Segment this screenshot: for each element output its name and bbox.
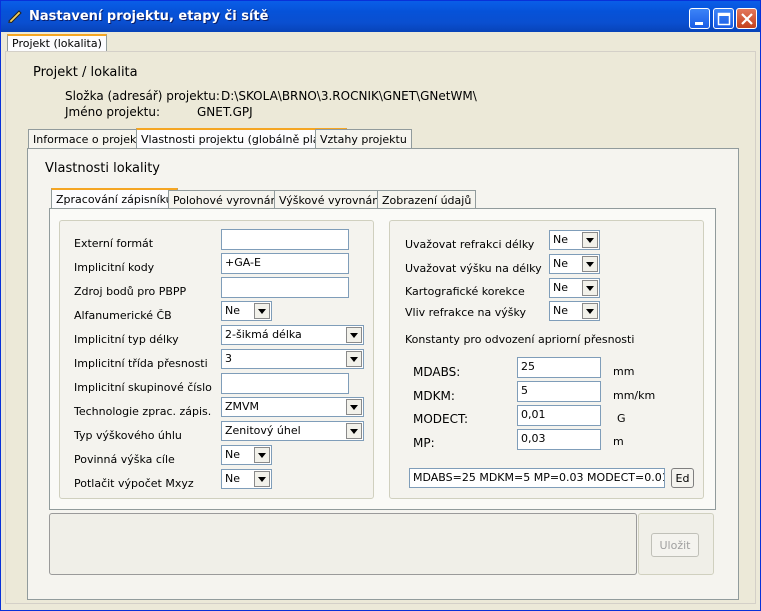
height-length-select[interactable]: Ne	[549, 254, 600, 274]
pencil-icon	[8, 10, 22, 23]
external-format-input[interactable]	[221, 229, 349, 250]
group-number-label: Implicitní skupinové číslo	[74, 381, 212, 394]
mdkm-unit: mm/km	[613, 389, 656, 402]
chevron-down-icon[interactable]	[582, 232, 598, 248]
folder-label: Složka (adresář) projektu:	[65, 89, 220, 103]
point-source-input[interactable]	[221, 277, 349, 298]
maximize-button[interactable]	[713, 8, 734, 29]
project-heading: Projekt / lokalita	[33, 65, 138, 80]
tab-notebook-processing[interactable]: Zpracování zápisníku	[51, 188, 178, 209]
cartographic-select[interactable]: Ne	[549, 278, 600, 298]
length-type-label: Implicitní typ délky	[74, 333, 179, 346]
chevron-down-icon[interactable]	[346, 327, 362, 343]
mdabs-label: MDABS:	[413, 365, 461, 379]
project-name-value: GNET.GPJ	[197, 105, 253, 119]
chevron-down-icon[interactable]	[254, 471, 270, 487]
constants-heading: Konstanty pro odvození apriorní přesnost…	[405, 333, 635, 346]
minimize-button[interactable]	[689, 8, 710, 29]
dialog-window: Nastavení projektu, etapy či sítě Projek…	[0, 0, 761, 611]
default-codes-label: Implicitní kody	[74, 261, 155, 274]
tab-data-display[interactable]: Zobrazení údajů	[377, 190, 477, 210]
suppress-mxyz-select[interactable]: Ne	[221, 469, 272, 489]
maximize-icon	[717, 12, 731, 26]
modect-input[interactable]: 0,01	[517, 405, 601, 426]
chevron-down-icon[interactable]	[254, 303, 270, 319]
mdabs-input[interactable]: 25	[517, 357, 601, 378]
folder-value: D:\SKOLA\BRNO\3.ROCNIK\GNET\GNetWM\	[221, 89, 477, 103]
chevron-down-icon[interactable]	[582, 256, 598, 272]
chevron-down-icon[interactable]	[254, 447, 270, 463]
mp-label: MP:	[413, 436, 435, 450]
chevron-down-icon[interactable]	[346, 399, 362, 415]
precision-class-label: Implicitní třída přesnosti	[74, 357, 208, 370]
modect-label: MODECT:	[413, 412, 469, 426]
length-type-select[interactable]: 2-šikmá délka	[221, 325, 364, 345]
mp-unit: m	[613, 435, 624, 448]
minimize-icon	[695, 22, 703, 25]
locality-heading: Vlastnosti lokality	[45, 161, 160, 176]
refraction-height-label: Vliv refrakce na výšky	[405, 306, 526, 319]
suppress-mxyz-label: Potlačit výpočet Mxyz	[74, 477, 194, 490]
mdkm-label: MDKM:	[413, 389, 455, 403]
angle-type-label: Typ výškového úhlu	[74, 429, 182, 442]
tab-project-info[interactable]: Informace o projektu	[28, 129, 153, 149]
chevron-down-icon[interactable]	[346, 423, 362, 439]
alphanumeric-label: Alfanumerické ČB	[74, 309, 172, 322]
point-source-label: Zdroj bodů pro PBPP	[74, 285, 187, 298]
group-number-input[interactable]	[221, 373, 349, 394]
chevron-down-icon[interactable]	[582, 303, 598, 319]
title-bar[interactable]: Nastavení projektu, etapy či sítě	[1, 1, 760, 32]
target-height-select[interactable]: Ne	[221, 445, 272, 465]
project-name-label: Jméno projektu:	[65, 105, 161, 119]
external-format-label: Externí formát	[74, 237, 154, 250]
technology-label: Technologie zprac. zápis.	[74, 405, 212, 418]
modect-unit: G	[617, 412, 626, 425]
refraction-height-select[interactable]: Ne	[549, 301, 600, 321]
alphanumeric-select[interactable]: Ne	[221, 301, 272, 321]
constants-summary-field[interactable]: MDABS=25 MDKM=5 MP=0.03 MODECT=0.01G	[409, 468, 665, 488]
height-length-label: Uvažovat výšku na délky	[405, 262, 542, 275]
tab-vertical-adjustment[interactable]: Výškové vyrovnání	[274, 190, 388, 210]
default-codes-input[interactable]: +GA-E	[221, 253, 349, 274]
mdkm-input[interactable]: 5	[517, 381, 601, 402]
tab-horizontal-adjustment[interactable]: Polohové vyrovnání	[168, 190, 286, 210]
close-icon	[741, 13, 753, 25]
cartographic-label: Kartografické korekce	[405, 285, 525, 298]
chevron-down-icon[interactable]	[346, 351, 362, 367]
edit-button[interactable]: Ed	[671, 468, 694, 488]
refraction-length-select[interactable]: Ne	[549, 230, 600, 250]
technology-select[interactable]: ZMVM	[221, 397, 364, 417]
tab-project-locality[interactable]: Projekt (lokalita)	[7, 34, 107, 52]
mp-input[interactable]: 0,03	[517, 429, 601, 450]
tab-project-relations[interactable]: Vztahy projektu	[315, 129, 412, 149]
mdabs-unit: mm	[613, 365, 635, 378]
refraction-length-label: Uvažovat refrakci délky	[405, 238, 535, 251]
target-height-label: Povinná výška cíle	[74, 453, 175, 466]
precision-class-select[interactable]: 3	[221, 349, 364, 369]
close-button[interactable]	[736, 8, 757, 29]
chevron-down-icon[interactable]	[582, 280, 598, 296]
save-button[interactable]: Uložit	[651, 533, 699, 557]
window-title: Nastavení projektu, etapy či sítě	[29, 9, 269, 24]
message-area	[49, 513, 637, 575]
angle-type-select[interactable]: Zenitový úhel	[221, 421, 364, 441]
